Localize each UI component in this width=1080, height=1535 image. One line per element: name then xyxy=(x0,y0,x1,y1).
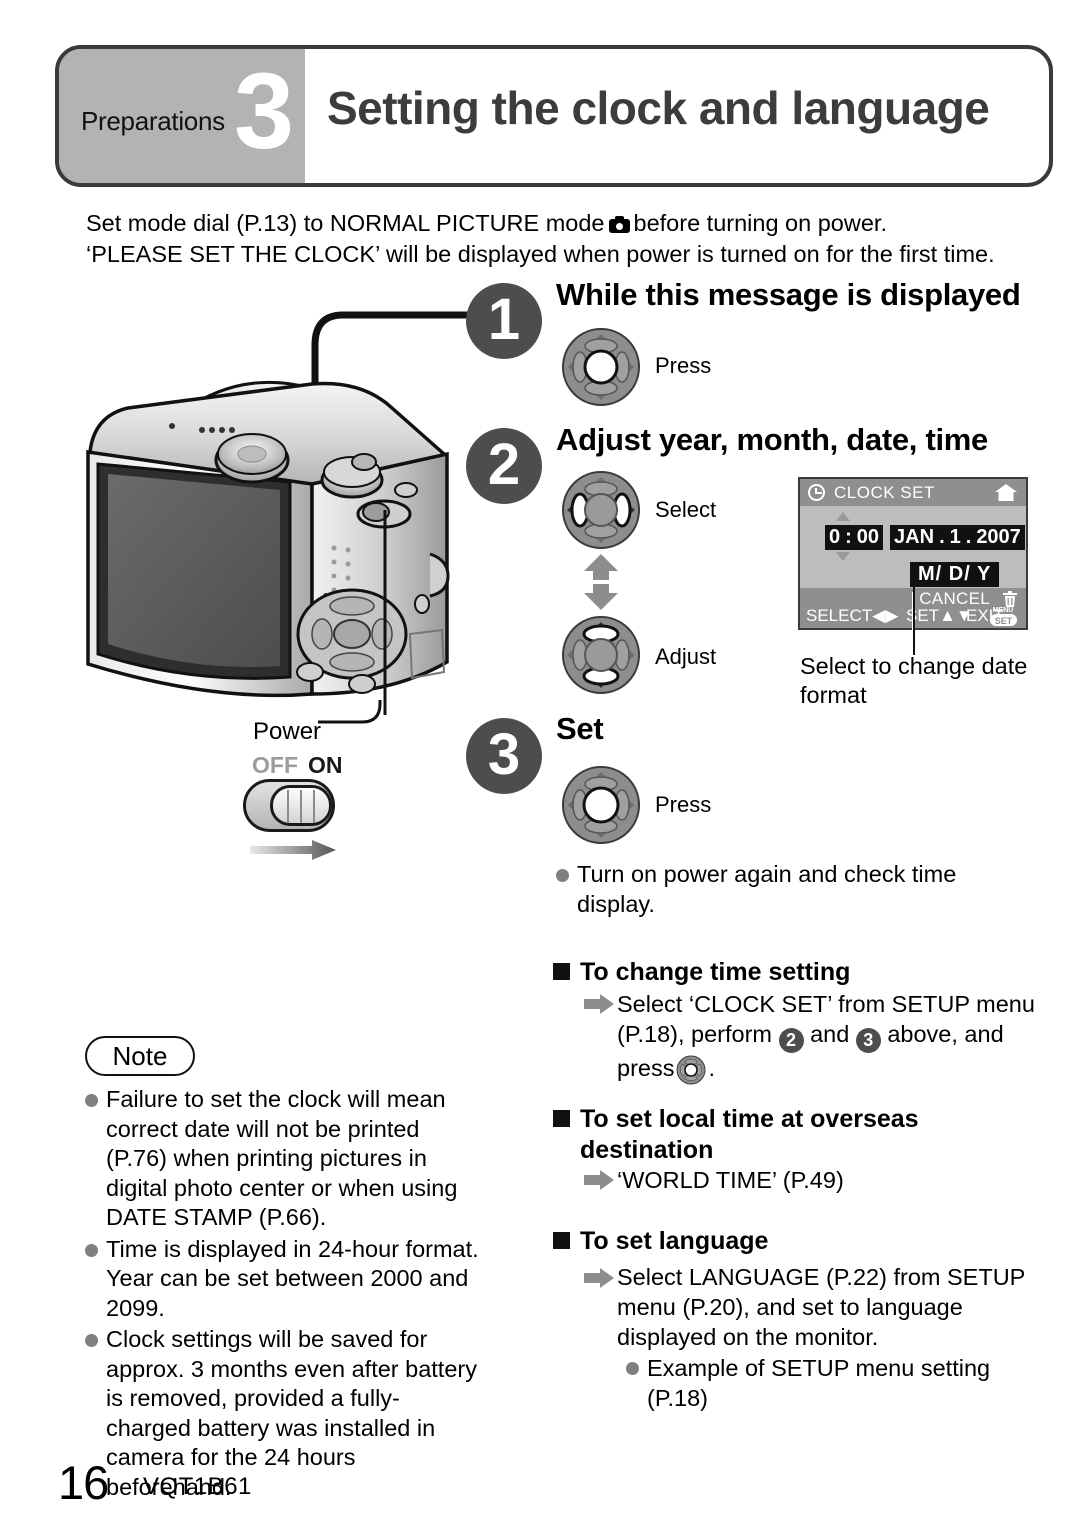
turn-on-note-text: Turn on power again and check time displ… xyxy=(577,861,957,917)
step-1-badge: 1 xyxy=(466,283,542,359)
step-3-badge: 3 xyxy=(466,718,542,794)
intro-line1-before: Set mode dial (P.13) to NORMAL PICTURE m… xyxy=(86,210,605,236)
step-2-adjust-label: Adjust xyxy=(655,644,717,669)
list-item: Example of SETUP menu setting (P.18) xyxy=(617,1353,1037,1413)
power-label-leader xyxy=(318,700,382,724)
section-heading-language: To set language xyxy=(553,1226,953,1257)
lcd-title-bar: CLOCK SET xyxy=(800,479,1026,506)
lcd-set-label: SET xyxy=(906,606,940,625)
home-icon xyxy=(995,484,1017,501)
inline-step-2-badge: 2 xyxy=(778,1028,804,1053)
lcd-select-guide: SELECT◀▶ xyxy=(806,606,899,625)
lcd-hour-field[interactable]: 0 xyxy=(825,525,845,550)
lcd-year-field[interactable]: 2007 xyxy=(972,525,1025,550)
cursor-pad-inline-icon xyxy=(676,1055,706,1085)
change-time-body-2: and xyxy=(810,1021,850,1047)
right-arrow-bullet-icon xyxy=(584,1170,614,1190)
turn-on-note: Turn on power again and check time displ… xyxy=(553,860,983,921)
lcd-time-separator: : xyxy=(844,525,853,550)
power-on-label: ON xyxy=(308,752,343,778)
list-item: Time is displayed in 24-hour format. Yea… xyxy=(82,1235,482,1324)
power-offon-labels: OFF ON xyxy=(252,752,343,779)
bullet-item: Turn on power again and check time displ… xyxy=(553,860,983,919)
menu-set-bottom-label: SET xyxy=(995,616,1013,626)
lcd-day-field[interactable]: 1 xyxy=(945,525,965,550)
menu-set-button-icon: MENU SET xyxy=(990,607,1017,626)
right-arrow-bullet-icon xyxy=(584,994,614,1014)
lcd-set-guide: SET▲▼ xyxy=(906,606,973,625)
step-1-action-label: Press xyxy=(655,353,712,378)
power-switch-knob[interactable] xyxy=(270,785,332,826)
lcd-month-field[interactable]: JAN xyxy=(890,525,939,550)
note-list: Failure to set the clock will mean corre… xyxy=(82,1085,482,1504)
step-3-action-label: Press xyxy=(655,792,712,817)
step-2-select-label: Select xyxy=(655,497,717,522)
document-code: VQT1B61 xyxy=(143,1473,252,1500)
step-2-heading: Adjust year, month, date, time xyxy=(556,422,988,457)
power-off-label: OFF xyxy=(252,752,298,778)
intro-text: Set mode dial (P.13) to NORMAL PICTURE m… xyxy=(86,208,1046,270)
section-heading-change-time: To change time setting xyxy=(553,957,983,988)
cursor-pad-select-icon xyxy=(562,471,640,549)
lcd-title-text: CLOCK SET xyxy=(834,483,935,502)
header-step-number: 3 xyxy=(234,50,295,171)
menu-set-top-label: MENU xyxy=(993,607,1014,614)
camera-illustration xyxy=(86,380,450,698)
lcd-caption-pointer xyxy=(913,579,915,655)
page-header-banner: Preparations 3 Setting the clock and lan… xyxy=(55,45,1053,187)
section-body-local-time: ‘WORLD TIME’ (P.49) xyxy=(617,1167,844,1193)
language-body-text: Select LANGUAGE (P.22) from SETUP menu (… xyxy=(617,1264,1025,1350)
power-switch-graphic[interactable] xyxy=(243,779,335,832)
lcd-caption-text: Select to change date format xyxy=(800,653,1028,708)
list-item: Failure to set the clock will mean corre… xyxy=(82,1085,482,1233)
step-2-badge: 2 xyxy=(466,428,542,504)
down-arrow-icon xyxy=(836,552,850,561)
power-leader-line xyxy=(383,510,387,715)
lcd-datetime-row[interactable]: 0:00 JAN. 1. 2007 xyxy=(825,525,1025,550)
lcd-content-area: 0:00 JAN. 1. 2007 M/ D/ Y xyxy=(800,509,1026,589)
page-number: 16 xyxy=(58,1456,109,1509)
change-time-body-4: . xyxy=(708,1055,715,1081)
power-slide-arrow-icon xyxy=(250,840,336,860)
cursor-pad-adjust-icon xyxy=(562,616,640,694)
lcd-dot-1: . xyxy=(938,525,946,550)
section-heading-local-time: To set local time at overseas destinatio… xyxy=(553,1104,953,1166)
step-1-heading: While this message is displayed xyxy=(556,277,1021,312)
up-arrow-icon xyxy=(836,512,850,521)
note-item-text: Failure to set the clock will mean corre… xyxy=(106,1086,458,1230)
header-section-label: Preparations xyxy=(81,106,225,136)
updown-arrow-icon xyxy=(584,554,618,610)
cursor-pad-press-icon-step1 xyxy=(562,328,640,406)
cursor-pad-press-icon-step3 xyxy=(562,766,640,844)
lcd-select-label: SELECT xyxy=(806,606,873,625)
right-arrow-bullet-icon xyxy=(584,1268,614,1288)
lcd-minute-field[interactable]: 00 xyxy=(852,525,884,550)
list-item: Clock settings will be saved for approx.… xyxy=(82,1325,482,1502)
power-label: Power xyxy=(253,718,322,745)
clock-icon xyxy=(808,484,825,501)
normal-picture-mode-icon xyxy=(608,216,630,233)
lcd-dot-2: . xyxy=(964,525,973,550)
intro-line1-after: before turning on power. xyxy=(633,210,887,236)
note-badge: Note xyxy=(85,1036,195,1076)
note-item-text: Time is displayed in 24-hour format. Yea… xyxy=(106,1235,479,1321)
step-3-heading: Set xyxy=(556,711,604,746)
page-title: Setting the clock and language xyxy=(327,82,990,134)
intro-line2: ‘PLEASE SET THE CLOCK’ will be displayed… xyxy=(86,241,995,267)
section-body-change-time: Select ‘CLOCK SET’ from SETUP menu (P.18… xyxy=(617,989,1037,1085)
inline-step-3-badge: 3 xyxy=(855,1028,881,1053)
lcd-date-format-field[interactable]: M/ D/ Y xyxy=(910,562,1000,587)
language-sub-bullet-text: Example of SETUP menu setting (P.18) xyxy=(647,1355,991,1411)
section-body-language: Select LANGUAGE (P.22) from SETUP menu (… xyxy=(617,1262,1037,1415)
